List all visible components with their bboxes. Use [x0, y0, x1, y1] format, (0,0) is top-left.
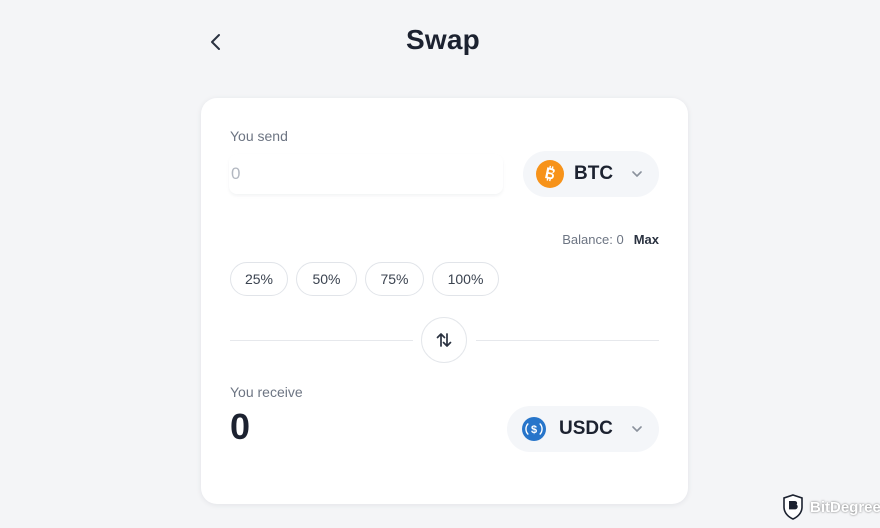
receive-amount: 0 [230, 406, 251, 447]
svg-text:$: $ [531, 424, 537, 436]
chevron-down-icon [632, 426, 642, 432]
swap-direction-button[interactable] [421, 317, 467, 363]
send-token-select[interactable]: BTC [523, 151, 659, 197]
receive-token-select[interactable]: $ USDC [507, 406, 659, 452]
percent-25-button[interactable]: 25% [230, 262, 288, 296]
watermark: BitDegree [782, 494, 880, 520]
divider [230, 340, 413, 341]
divider [476, 340, 659, 341]
percent-buttons: 25% 50% 75% 100% [230, 262, 499, 296]
bitcoin-icon [536, 160, 564, 188]
send-token-symbol: BTC [574, 163, 614, 184]
percent-75-button[interactable]: 75% [365, 262, 424, 296]
chevron-down-icon [632, 171, 642, 177]
max-button[interactable]: Max [634, 232, 659, 247]
page-title: Swap [406, 24, 480, 55]
balance-text: Balance: 0 [562, 232, 624, 247]
swap-card: You send BTC Balance: 0 Max 25% 50% 75% [201, 98, 688, 504]
receive-label: You receive [230, 384, 303, 400]
usdc-icon: $ [522, 417, 546, 441]
balance-row: Balance: 0 Max [562, 232, 659, 247]
swap-vertical-arrows-icon [436, 333, 452, 347]
send-amount-input[interactable] [229, 154, 503, 194]
percent-100-button[interactable]: 100% [432, 262, 499, 296]
send-label: You send [230, 128, 288, 144]
percent-50-button[interactable]: 50% [296, 262, 357, 296]
receive-token-symbol: USDC [559, 418, 613, 439]
bitdegree-logo-icon [783, 494, 803, 520]
watermark-text: BitDegree [810, 498, 880, 516]
header: Swap [0, 0, 880, 90]
